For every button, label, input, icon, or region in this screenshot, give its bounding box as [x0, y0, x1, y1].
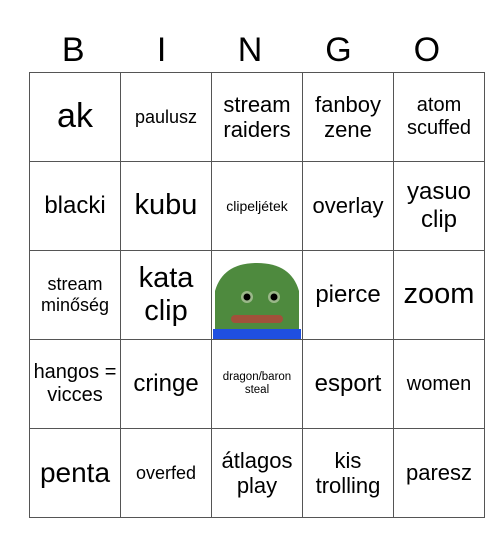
- bingo-cell[interactable]: fanboy zene: [302, 72, 394, 162]
- bingo-cell[interactable]: ak: [29, 72, 121, 162]
- bingo-cell[interactable]: kata clip: [120, 250, 212, 340]
- bingo-cell[interactable]: paresz: [393, 428, 485, 518]
- bingo-cell[interactable]: blacki: [29, 161, 121, 251]
- bingo-cell[interactable]: esport: [302, 339, 394, 429]
- bingo-cell[interactable]: yasuo clip: [393, 161, 485, 251]
- bingo-row: penta overfed átlagos play kis trolling …: [29, 428, 485, 518]
- bingo-cell[interactable]: hangos = vicces: [29, 339, 121, 429]
- bingo-cell[interactable]: overfed: [120, 428, 212, 518]
- bingo-cell[interactable]: paulusz: [120, 72, 212, 162]
- header-letter-b: B: [61, 31, 85, 69]
- bingo-cell[interactable]: kis trolling: [302, 428, 394, 518]
- bingo-cell[interactable]: dragon/baron steal: [211, 339, 303, 429]
- header-letter-g: G: [325, 31, 352, 69]
- bingo-cell[interactable]: overlay: [302, 161, 394, 251]
- bingo-cell[interactable]: stream minőség: [29, 250, 121, 340]
- free-space-cell[interactable]: [211, 250, 303, 340]
- bingo-cell[interactable]: atom scuffed: [393, 72, 485, 162]
- bingo-cell[interactable]: stream raiders: [211, 72, 303, 162]
- bingo-cell[interactable]: women: [393, 339, 485, 429]
- bingo-row: blacki kubu clipeljétek overlay yasuo cl…: [29, 161, 485, 251]
- bingo-cell[interactable]: pierce: [302, 250, 394, 340]
- header-letter-o: O: [413, 31, 441, 69]
- bingo-cell[interactable]: clipeljétek: [211, 161, 303, 251]
- bingo-row: stream minőség kata clip pierce zoom: [29, 250, 485, 340]
- bingo-row: hangos = vicces cringe dragon/baron stea…: [29, 339, 485, 429]
- bingo-row: ak paulusz stream raiders fanboy zene at…: [29, 72, 485, 162]
- header-letter-n: N: [237, 31, 263, 69]
- bingo-card: ak paulusz stream raiders fanboy zene at…: [29, 72, 485, 518]
- bingo-cell[interactable]: zoom: [393, 250, 485, 340]
- pepe-frog-icon: [213, 263, 301, 339]
- bingo-cell[interactable]: cringe: [120, 339, 212, 429]
- bingo-cell[interactable]: kubu: [120, 161, 212, 251]
- header-letter-i: I: [156, 31, 167, 69]
- bingo-header: B I N G O: [29, 28, 471, 72]
- bingo-cell[interactable]: átlagos play: [211, 428, 303, 518]
- bingo-cell[interactable]: penta: [29, 428, 121, 518]
